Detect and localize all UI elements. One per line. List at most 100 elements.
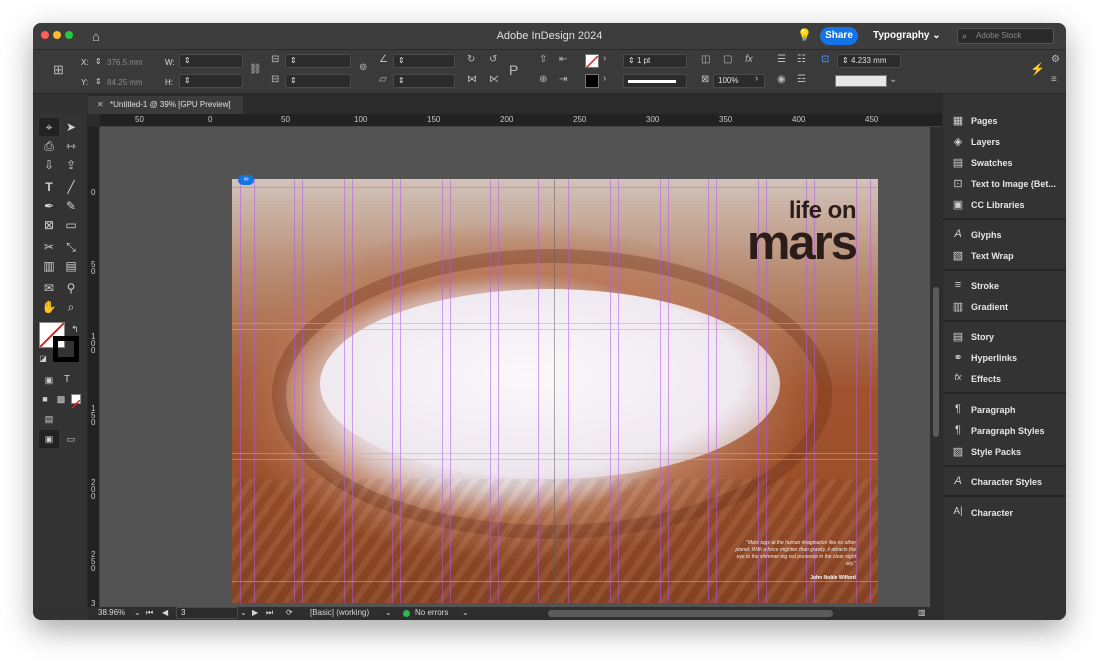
scissors-tool-icon[interactable]: ✂ (39, 238, 59, 256)
panel-cc-libraries[interactable]: ▣ CC Libraries (943, 195, 1066, 215)
vertical-ruler[interactable]: 0 5 0 1 0 0 1 5 0 2 0 0 2 5 0 3 (88, 127, 100, 607)
x-field[interactable]: 376.5 mm (107, 58, 143, 67)
stroke-menu-arrow-icon[interactable]: › (603, 73, 606, 84)
y-field[interactable]: 84.25 mm (107, 78, 143, 87)
panel-effects[interactable]: fx Effects (943, 369, 1066, 389)
rectangle-frame-tool-icon[interactable]: ⊠ (39, 216, 59, 234)
type-tool-icon[interactable]: T (39, 178, 59, 196)
opacity-arrow-icon[interactable]: › (755, 73, 758, 84)
h-field[interactable]: ⇕ (179, 74, 243, 88)
eyedropper-tool-icon[interactable]: ⚲ (61, 279, 81, 297)
document-style-label[interactable]: [Basic] (working) (310, 608, 369, 617)
select-previous-icon[interactable]: ⇤ (559, 54, 567, 65)
formatting-affects-container-icon[interactable]: ▣ (39, 371, 59, 389)
last-page-icon[interactable]: ⏭ (266, 608, 273, 618)
swatch-dropdown-icon[interactable]: ⌄ (889, 74, 897, 85)
default-colors-icon[interactable]: ◪ (37, 350, 49, 368)
rotate-ccw-icon[interactable]: ↺ (489, 54, 497, 65)
panel-style-packs[interactable]: ▨ Style Packs (943, 442, 1066, 462)
color-picker-swatch[interactable] (835, 75, 887, 87)
drop-shadow-icon[interactable]: ◫ (701, 54, 710, 65)
panel-paragraph-styles[interactable]: ¶ Paragraph Styles (943, 421, 1066, 441)
stroke-swatch[interactable] (53, 336, 79, 362)
apply-none-icon[interactable] (71, 394, 81, 409)
formatting-affects-text-icon[interactable]: T (57, 371, 77, 389)
panel-paragraph[interactable]: ¶ Paragraph (943, 400, 1066, 420)
direct-selection-tool-icon[interactable]: ➤ (61, 118, 81, 136)
panel-character-styles[interactable]: A Character Styles (943, 472, 1066, 492)
select-next-icon[interactable]: ⇥ (559, 74, 567, 85)
share-button[interactable]: Share (820, 27, 858, 45)
vertical-scrollbar[interactable] (930, 127, 942, 607)
page-number-field[interactable]: 3 (176, 607, 238, 619)
style-dropdown-icon[interactable]: ⌄ (385, 608, 392, 617)
normal-screen-mode-icon[interactable]: ▣ (39, 430, 59, 448)
hand-tool-icon[interactable]: ✋ (39, 298, 59, 316)
scale-y-field[interactable]: ⇕ (285, 74, 351, 88)
rotate-field[interactable]: ⇕ (393, 54, 455, 68)
pen-tool-icon[interactable]: ✒ (39, 197, 59, 215)
select-container-icon[interactable]: ⇧ (539, 54, 547, 65)
zoom-level[interactable]: 38.96% (98, 608, 125, 617)
align-left-icon[interactable]: ☰ (777, 54, 786, 65)
size-field[interactable]: ⇕ 4.233 mm (837, 54, 901, 68)
swap-fill-stroke-icon[interactable]: ↰ (69, 320, 81, 338)
workspace-switcher[interactable]: Typography ⌄ (873, 30, 941, 41)
constrain-scale-icon[interactable]: ⊚ (359, 62, 367, 73)
quote-author[interactable]: John Noble Wilford (810, 575, 856, 581)
panel-character[interactable]: A| Character (943, 503, 1066, 523)
ruler-corner[interactable] (88, 114, 100, 127)
flip-vertical-icon[interactable]: ⋉ (489, 74, 499, 85)
horizontal-ruler[interactable]: 50 0 50 100 150 200 250 300 350 400 450 (100, 114, 942, 127)
rectangle-tool-icon[interactable]: ▭ (61, 216, 81, 234)
linked-content-badge-icon[interactable]: ∞ (238, 175, 254, 185)
line-tool-icon[interactable]: ╱ (61, 178, 81, 196)
previous-page-icon[interactable]: ◀ (162, 608, 168, 617)
flip-horizontal-icon[interactable]: ⋈ (467, 74, 477, 85)
rotate-cw-icon[interactable]: ↻ (467, 54, 475, 65)
headline-mars[interactable]: mars (747, 215, 858, 271)
fill-menu-arrow-icon[interactable]: › (603, 53, 606, 64)
x-stepper-icon[interactable]: ⇕ (95, 57, 102, 66)
panel-glyphs[interactable]: A Glyphs (943, 225, 1066, 245)
panel-menu-icon[interactable]: ≡ (1051, 74, 1057, 85)
note-tool-icon[interactable]: ✉ (39, 279, 59, 297)
open-page-icon[interactable]: ⟳ (286, 608, 293, 617)
discover-lightbulb-icon[interactable]: 💡 (797, 28, 812, 42)
tab-untitled-1[interactable]: ✕ *Untitled-1 @ 39% [GPU Preview] (88, 96, 243, 114)
shear-field[interactable]: ⇕ (393, 74, 455, 88)
page-dropdown-icon[interactable]: ⌄ (240, 608, 247, 617)
panel-swatches[interactable]: ▤ Swatches (943, 153, 1066, 173)
effects-fx-icon[interactable]: fx (745, 54, 753, 65)
split-window-icon[interactable]: ▥ (918, 608, 926, 617)
scale-x-field[interactable]: ⇕ (285, 54, 351, 68)
panel-layers[interactable]: ◈ Layers (943, 132, 1066, 152)
preflight-status[interactable]: No errors (415, 608, 448, 617)
corner-options-icon[interactable]: ⊡ (821, 54, 829, 65)
panel-text-wrap[interactable]: ▧ Text Wrap (943, 246, 1066, 266)
gradient-swatch-tool-icon[interactable]: ▥ (39, 257, 59, 275)
document-spread[interactable]: life on mars "Mars tugs at the human ima… (232, 179, 878, 603)
zoom-tool-icon[interactable]: ⌕ (61, 298, 81, 316)
stroke-color-swatch[interactable] (585, 74, 599, 88)
select-content-icon[interactable]: ⊕ (539, 74, 547, 85)
stroke-weight-field[interactable]: ⇕ 1 pt (623, 54, 687, 68)
first-page-icon[interactable]: ⏮ (146, 608, 153, 618)
frame-icon[interactable]: ▢ (723, 54, 732, 65)
pasteboard[interactable]: life on mars "Mars tugs at the human ima… (100, 127, 930, 607)
y-stepper-icon[interactable]: ⇕ (95, 77, 102, 86)
stroke-type-dropdown[interactable] (623, 74, 687, 88)
align-center-icon[interactable]: ☷ (797, 54, 806, 65)
panel-story[interactable]: ▤ Story (943, 327, 1066, 347)
selection-tool-icon[interactable]: ⌖ (39, 118, 59, 136)
horizontal-scroll-thumb[interactable] (548, 610, 833, 617)
vertical-scroll-thumb[interactable] (933, 287, 939, 437)
fill-none-swatch[interactable] (585, 54, 599, 69)
panel-gradient[interactable]: ▥ Gradient (943, 297, 1066, 317)
apply-gradient-icon[interactable]: ▩ (51, 390, 71, 408)
constrain-proportions-icon[interactable]: ⛓ (249, 64, 262, 75)
panel-hyperlinks[interactable]: ⚭ Hyperlinks (943, 348, 1066, 368)
next-page-icon[interactable]: ▶ (252, 608, 258, 617)
gradient-feather-tool-icon[interactable]: ▤ (61, 257, 81, 275)
reference-point-icon[interactable]: ⊞ (53, 62, 64, 78)
